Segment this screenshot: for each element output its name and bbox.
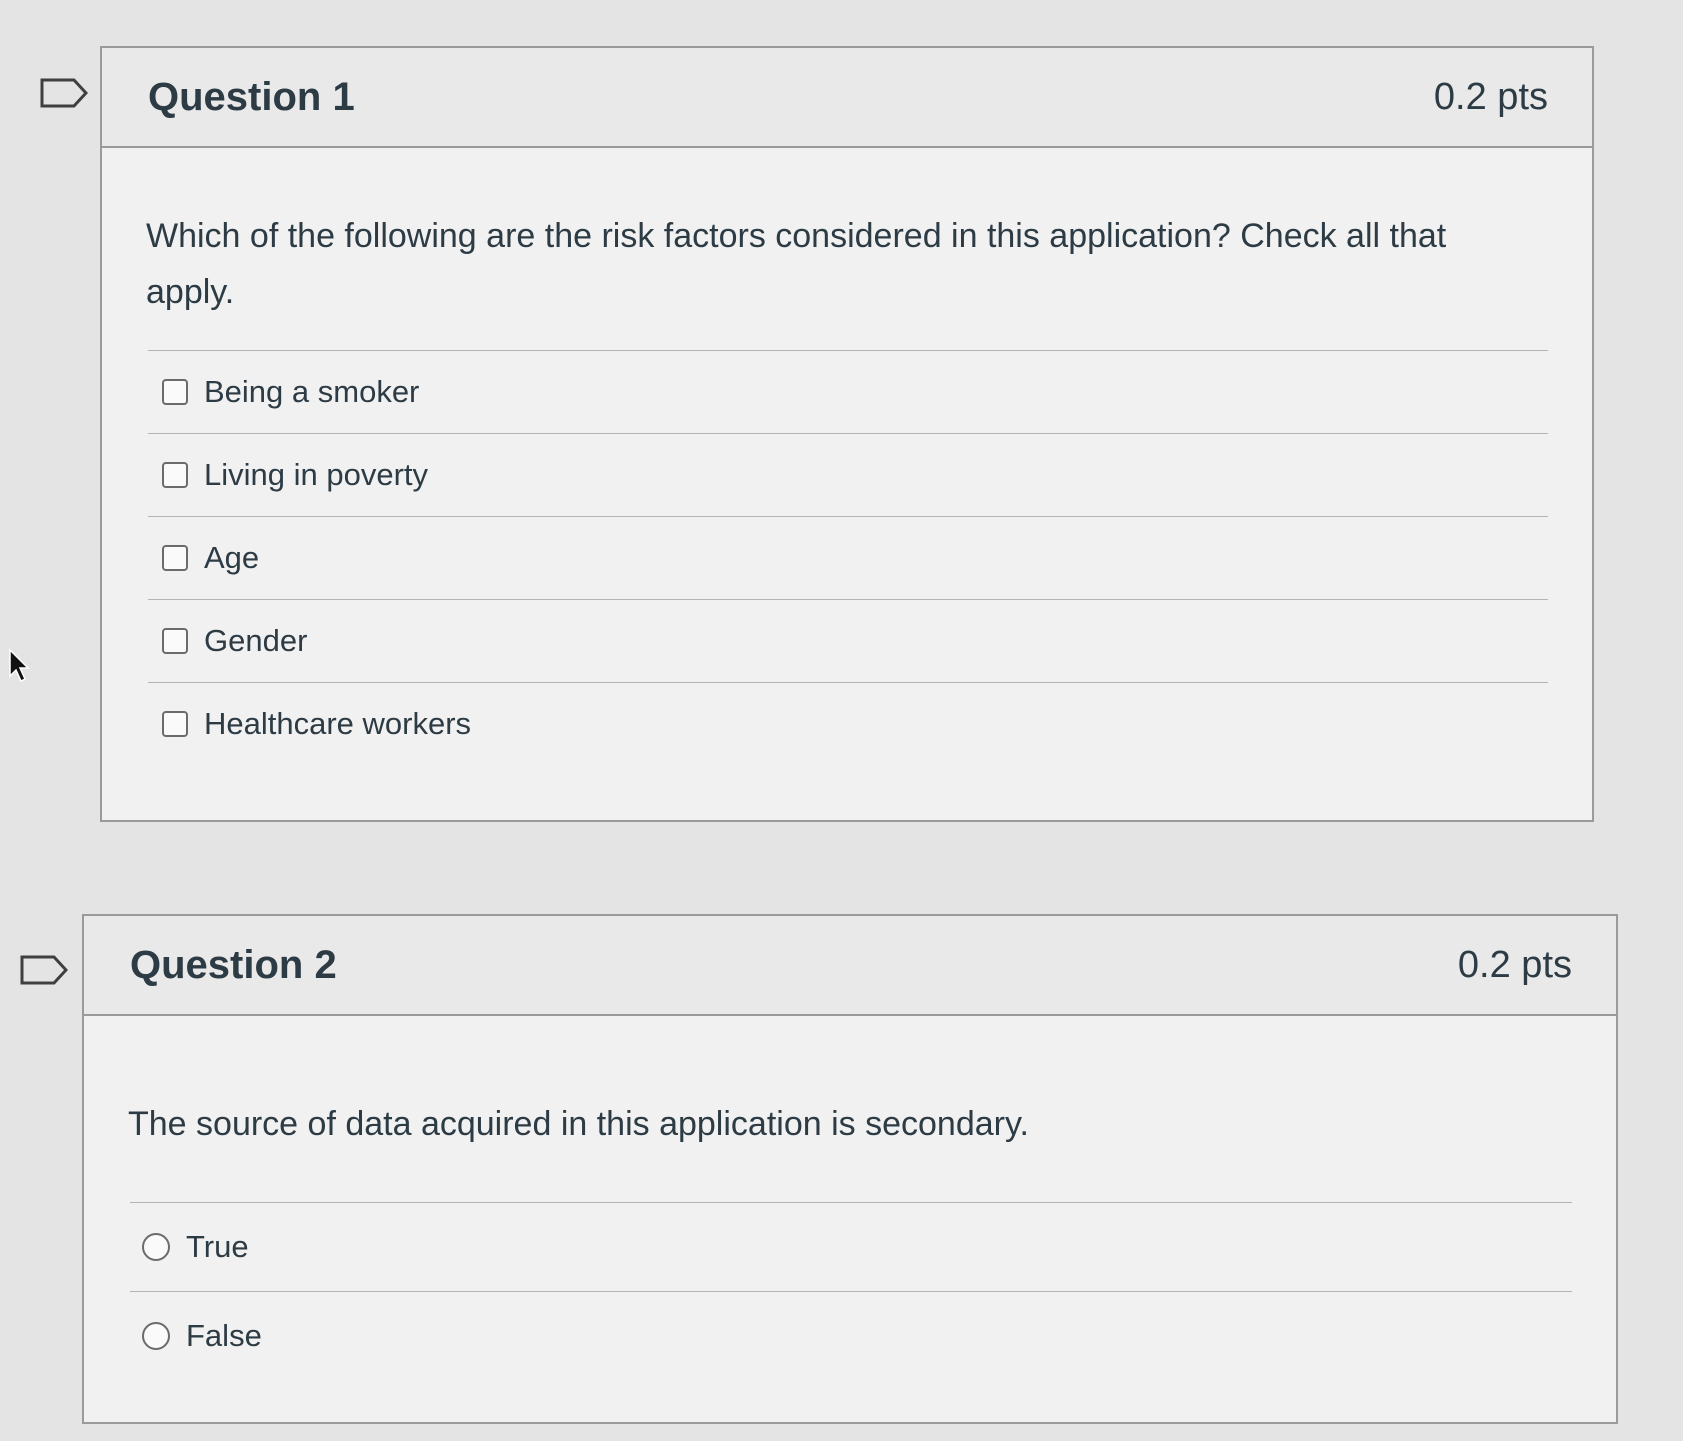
answer-being-a-smoker[interactable]: Being a smoker [148,350,1548,433]
checkbox[interactable] [162,462,188,488]
answer-label: Being a smoker [204,374,420,409]
question-2-prompt: The source of data acquired in this appl… [128,1105,1029,1143]
question-1-card: Question 1 0.2 pts Which of the followin… [100,46,1594,822]
checkbox[interactable] [162,545,188,571]
answer-living-in-poverty[interactable]: Living in poverty [148,433,1548,516]
answer-gender[interactable]: Gender [148,599,1548,682]
answer-age[interactable]: Age [148,516,1548,599]
answer-label: Age [204,540,260,575]
checkbox[interactable] [162,379,188,405]
answer-healthcare-workers[interactable]: Healthcare workers [148,682,1548,765]
question-2-header: Question 2 0.2 pts [84,916,1616,1016]
question-1-answers: Being a smoker Living in poverty Age Gen… [148,350,1548,765]
answer-true[interactable]: True [130,1202,1572,1291]
question-1-header: Question 1 0.2 pts [102,48,1592,148]
question-1-title: Question 1 [148,74,355,119]
mouse-pointer-icon [8,648,30,684]
question-1-points: 0.2 pts [1433,75,1548,118]
flag-question-2-icon[interactable] [20,955,68,985]
question-2-points: 0.2 pts [1457,943,1572,986]
answer-label: Living in poverty [204,457,429,492]
answer-label: Healthcare workers [204,706,472,741]
radio-button[interactable] [142,1322,170,1350]
answer-label: True [186,1229,249,1264]
answer-label: Gender [204,623,308,658]
question-2-card: Question 2 0.2 pts The source of data ac… [82,914,1618,1424]
checkbox[interactable] [162,628,188,654]
radio-button[interactable] [142,1233,170,1261]
answer-label: False [186,1318,262,1353]
checkbox[interactable] [162,711,188,737]
answer-false[interactable]: False [130,1291,1572,1380]
flag-question-1-icon[interactable] [40,78,88,108]
question-1-prompt: Which of the following are the risk fact… [146,217,1447,311]
question-2-title: Question 2 [130,942,337,987]
question-2-answers: True False [130,1202,1572,1380]
